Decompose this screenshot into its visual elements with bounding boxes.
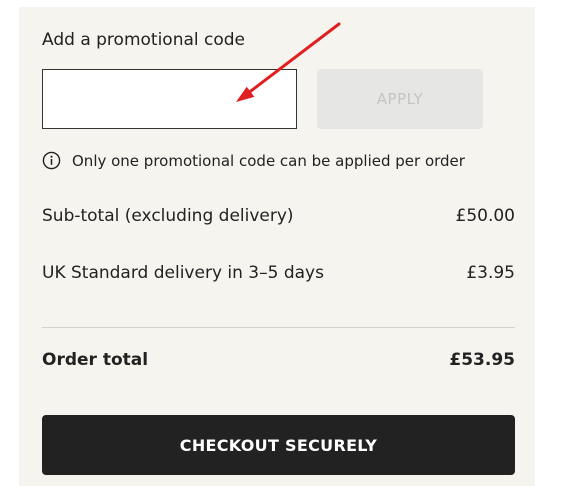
order-total-row: Order total £53.95 xyxy=(42,350,515,370)
subtotal-row: Sub-total (excluding delivery) £50.00 xyxy=(42,206,515,226)
order-total-label: Order total xyxy=(42,350,149,370)
order-total-value: £53.95 xyxy=(449,350,515,370)
delivery-value: £3.95 xyxy=(466,263,515,283)
subtotal-label: Sub-total (excluding delivery) xyxy=(42,206,294,226)
promo-code-heading: Add a promotional code xyxy=(42,30,246,50)
subtotal-value: £50.00 xyxy=(455,206,515,226)
info-circle-icon xyxy=(42,151,61,170)
promo-code-input[interactable] xyxy=(42,69,297,129)
apply-promo-button[interactable]: APPLY xyxy=(317,69,483,129)
delivery-row: UK Standard delivery in 3–5 days £3.95 xyxy=(42,263,515,283)
promo-info-text: Only one promotional code can be applied… xyxy=(72,151,465,170)
promo-info-note: Only one promotional code can be applied… xyxy=(42,151,465,170)
delivery-label: UK Standard delivery in 3–5 days xyxy=(42,263,324,283)
summary-divider xyxy=(42,327,515,328)
checkout-securely-button[interactable]: CHECKOUT SECURELY xyxy=(42,415,515,475)
